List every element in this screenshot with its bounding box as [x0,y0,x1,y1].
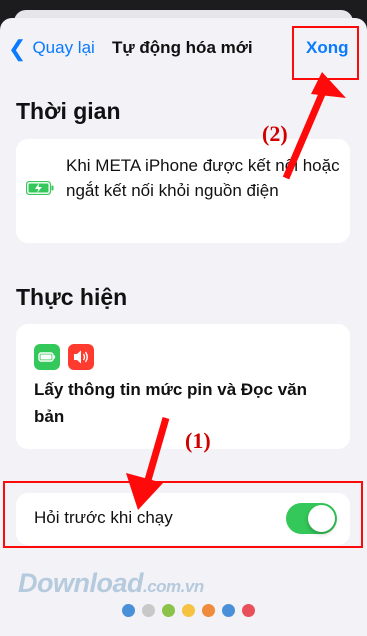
annotation-arrows [126,72,346,510]
arrow-to-toggle [126,417,170,510]
arrow-to-done [282,72,346,180]
watermark-logo: Download.com.vn [18,568,204,599]
watermark-dot [182,604,195,617]
watermark-dot [202,604,215,617]
watermark-dot [122,604,135,617]
watermark-dot [222,604,235,617]
step-1-label: (1) [185,428,211,453]
step-2-label: (2) [262,121,288,146]
watermark-dot [142,604,155,617]
watermark-suffix: .com.vn [143,577,204,596]
watermark-dots [122,604,255,617]
watermark-dot [242,604,255,617]
watermark-brand: Download [18,568,144,598]
watermark-dot [162,604,175,617]
